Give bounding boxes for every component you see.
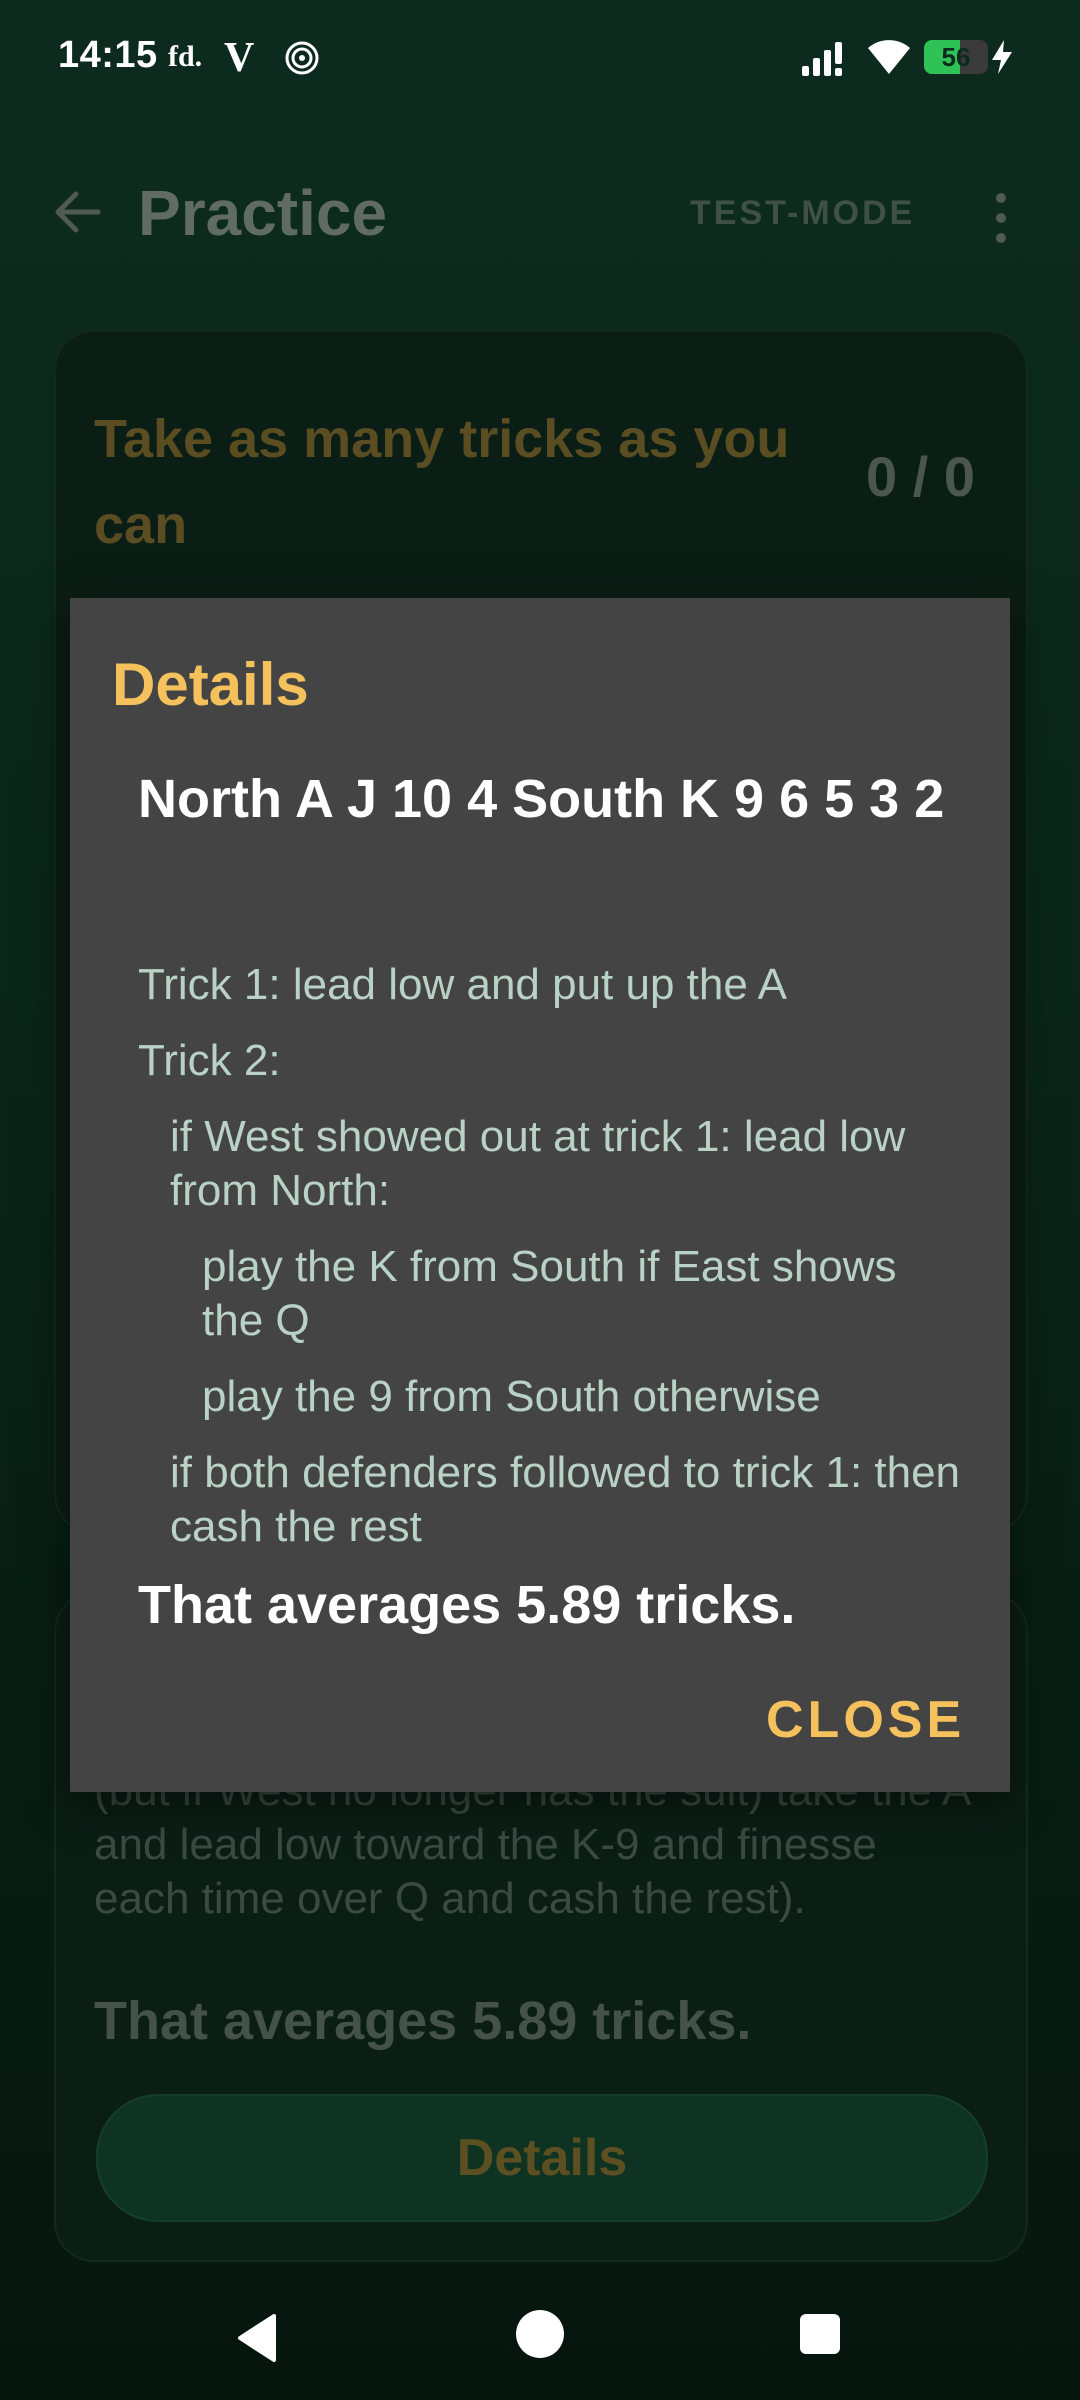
status-time: 14:15 [58, 34, 158, 76]
dialog-line: Trick 2: [138, 1036, 281, 1085]
dialog-line: if West showed out at trick 1: lead low … [170, 1112, 906, 1215]
v-icon: V [224, 35, 255, 81]
spiral-icon [285, 41, 319, 75]
nav-home-icon[interactable] [516, 2310, 564, 2358]
test-mode-button[interactable]: TEST-MODE [690, 194, 915, 233]
dialog-line: play the K from South if East shows the … [202, 1242, 897, 1345]
charging-icon [992, 40, 1012, 74]
nav-recents-icon[interactable] [800, 2314, 840, 2354]
signal-icon [802, 42, 842, 76]
status-bar: 14:15 fd. V 56 [0, 0, 1080, 120]
dialog-hand-heading: North A J 10 4 South K 9 6 5 3 2 [138, 769, 945, 829]
dialog-line: Trick 1: lead low and put up the A [138, 960, 787, 1009]
dialog-summary: That averages 5.89 tricks. [138, 1575, 796, 1635]
battery-level: 56 [941, 42, 971, 72]
score-counter: 0 / 0 [866, 445, 975, 508]
details-button[interactable]: Details [96, 2094, 988, 2222]
battery-icon: 56 [924, 40, 988, 74]
dialog-line: if both defenders followed to trick 1: t… [170, 1448, 961, 1551]
back-arrow-icon[interactable] [52, 186, 104, 238]
close-button[interactable]: CLOSE [766, 1690, 965, 1750]
solution-summary: That averages 5.89 tricks. [94, 1991, 752, 2051]
fd-icon: fd. [168, 40, 203, 73]
dialog-line: play the 9 from South otherwise [202, 1372, 821, 1421]
page-title: Practice [138, 177, 388, 249]
wifi-icon [868, 40, 910, 74]
problem-title: Take as many tricks as you can [94, 409, 790, 555]
more-options-icon[interactable] [990, 190, 1012, 246]
dialog-title: Details [112, 651, 309, 718]
nav-back-icon[interactable] [232, 2312, 284, 2364]
